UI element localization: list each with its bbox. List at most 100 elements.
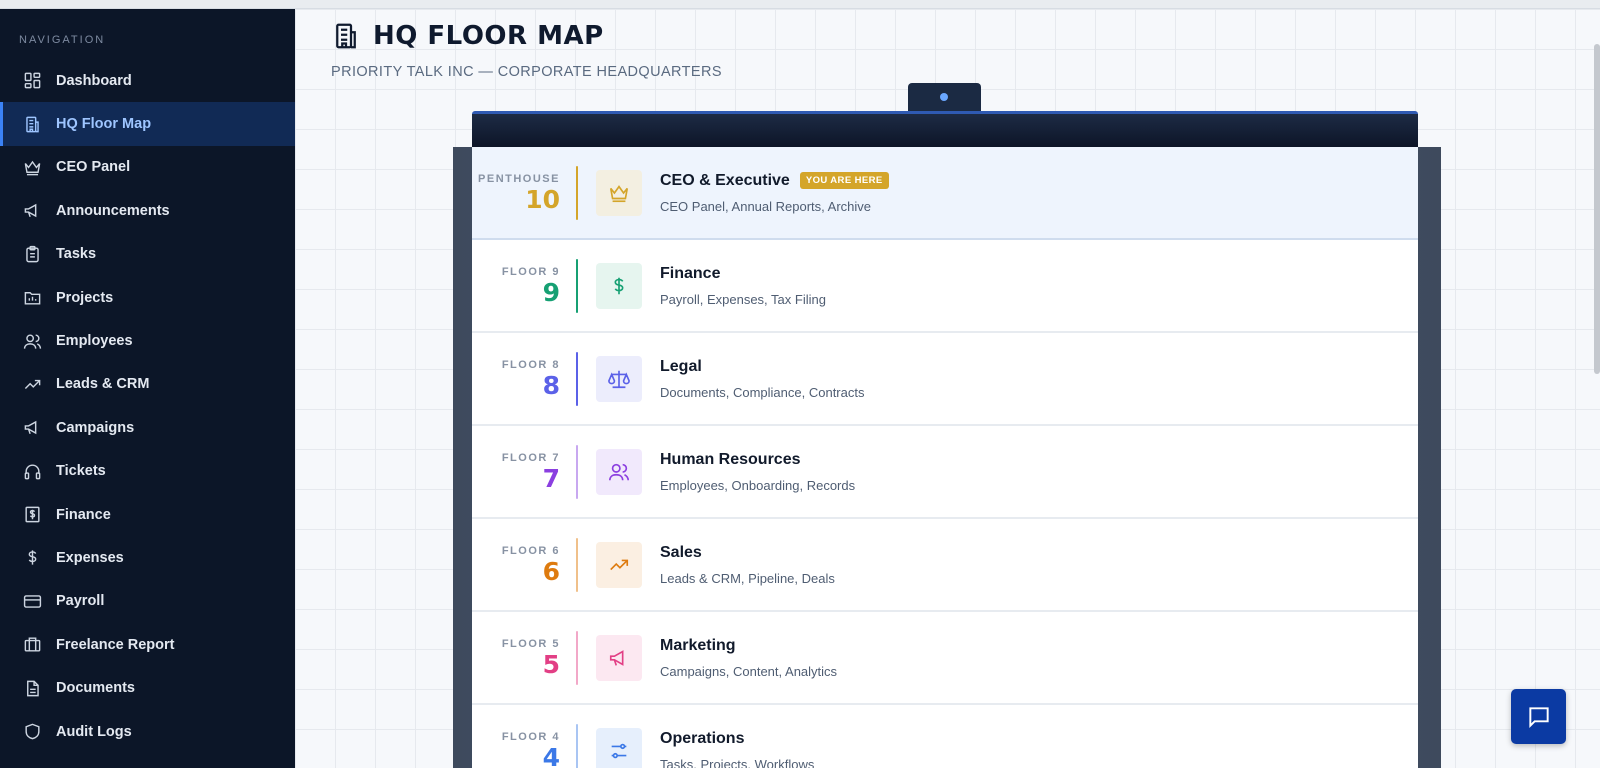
page-title-text: HQ FLOOR MAP	[373, 21, 604, 51]
users-icon	[596, 448, 642, 495]
dollar-icon	[22, 548, 42, 568]
floor-name: Finance	[660, 264, 721, 282]
floor-text: Human Resources Employees, Onboarding, R…	[660, 451, 855, 493]
app-window: NAVIGATION Dashboard HQ Floor Map CEO Pa…	[0, 0, 1600, 768]
floor-label: FLOOR 9	[501, 265, 560, 278]
floor-row-penthouse[interactable]: PENTHOUSE 10 CEO & Executive YOU ARE HER…	[472, 147, 1418, 240]
sidebar-item-finance[interactable]: Finance	[0, 493, 295, 536]
users-icon	[22, 331, 42, 351]
sidebar: NAVIGATION Dashboard HQ Floor Map CEO Pa…	[0, 9, 295, 768]
document-icon	[22, 678, 42, 698]
sidebar-item-label: Expenses	[56, 549, 124, 566]
sidebar-item-audit-logs[interactable]: Audit Logs	[0, 710, 295, 753]
sidebar-item-label: Projects	[56, 289, 114, 306]
megaphone-icon	[22, 418, 42, 438]
sidebar-item-employees[interactable]: Employees	[0, 319, 295, 362]
floor-divider	[576, 723, 578, 768]
sidebar-item-announcements[interactable]: Announcements	[0, 189, 295, 232]
floor-row-legal[interactable]: FLOOR 8 8 Legal Documents, Compliance, C…	[472, 333, 1418, 426]
sidebar-item-tasks[interactable]: Tasks	[0, 233, 295, 276]
scales-icon	[596, 355, 642, 402]
sidebar-item-label: Finance	[56, 506, 111, 523]
sidebar-item-campaigns[interactable]: Campaigns	[0, 406, 295, 449]
floor-description: Leads & CRM, Pipeline, Deals	[660, 570, 835, 586]
sidebar-item-expenses[interactable]: Expenses	[0, 536, 295, 579]
sidebar-item-documents[interactable]: Documents	[0, 666, 295, 709]
crown-icon	[22, 157, 42, 177]
floor-text: Finance Payroll, Expenses, Tax Filing	[660, 265, 826, 307]
floor-number: FLOOR 8 8	[472, 359, 576, 399]
page-scrollbar[interactable]	[1594, 44, 1600, 374]
floor-text: Legal Documents, Compliance, Contracts	[660, 358, 864, 400]
floor-label: FLOOR 4	[501, 730, 560, 743]
sidebar-item-label: CEO Panel	[56, 159, 131, 176]
sidebar-item-label: Documents	[56, 680, 135, 697]
floor-label: FLOOR 8	[501, 358, 560, 371]
floor-name: Operations	[660, 729, 745, 747]
floor-number: FLOOR 4 4	[472, 731, 576, 768]
clipboard-icon	[22, 244, 42, 264]
sidebar-item-label: Tasks	[56, 246, 97, 263]
crown-icon	[596, 169, 642, 216]
floor-number: PENTHOUSE 10	[472, 173, 576, 213]
floor-row-operations[interactable]: FLOOR 4 4 Operations Tasks, Projects, Wo…	[472, 705, 1418, 768]
floor-row-finance[interactable]: FLOOR 9 9 Finance Payroll, Expenses, Tax…	[472, 240, 1418, 333]
floor-label: FLOOR 5	[501, 637, 560, 650]
megaphone-icon	[596, 634, 642, 681]
dashboard-icon	[22, 71, 42, 91]
antenna-light	[940, 93, 948, 101]
headphones-icon	[22, 461, 42, 481]
floor-text: Marketing Campaigns, Content, Analytics	[660, 637, 837, 679]
floor-description: Payroll, Expenses, Tax Filing	[660, 291, 826, 307]
floor-row-human-resources[interactable]: FLOOR 7 7 Human Resources Employees, Onb…	[472, 426, 1418, 519]
sidebar-item-payroll[interactable]: Payroll	[0, 580, 295, 623]
floor-description: CEO Panel, Annual Reports, Archive	[660, 198, 872, 214]
floor-list: PENTHOUSE 10 CEO & Executive YOU ARE HER…	[472, 147, 1418, 768]
floor-description: Employees, Onboarding, Records	[660, 477, 856, 493]
floor-description: Documents, Compliance, Contracts	[660, 384, 865, 400]
floor-divider	[576, 351, 578, 406]
dollar-icon	[596, 262, 642, 309]
page-title: HQ FLOOR MAP	[331, 21, 604, 51]
floor-name: Human Resources	[660, 450, 801, 468]
floor-divider	[576, 444, 578, 499]
sidebar-item-label: Freelance Report	[56, 636, 175, 653]
floor-divider	[576, 537, 578, 592]
sidebar-item-tickets[interactable]: Tickets	[0, 450, 295, 493]
sidebar-item-hq-floor-map[interactable]: HQ Floor Map	[0, 102, 295, 147]
floor-label: PENTHOUSE	[478, 172, 560, 185]
chat-button[interactable]	[1511, 689, 1566, 744]
sidebar-item-dashboard[interactable]: Dashboard	[0, 59, 295, 102]
floor-big-number: 10	[525, 184, 560, 214]
floor-big-number: 6	[542, 556, 560, 586]
floor-number: FLOOR 6 6	[472, 545, 576, 585]
floor-big-number: 7	[542, 463, 560, 493]
sliders-icon	[596, 727, 642, 768]
floor-text: Sales Leads & CRM, Pipeline, Deals	[660, 544, 835, 586]
trending-up-icon	[596, 541, 642, 588]
page-subtitle: PRIORITY TALK INC — CORPORATE HEADQUARTE…	[331, 64, 722, 80]
sidebar-item-label: HQ Floor Map	[56, 116, 152, 133]
floor-row-marketing[interactable]: FLOOR 5 5 Marketing Campaigns, Content, …	[472, 612, 1418, 705]
sidebar-item-label: Leads & CRM	[56, 376, 150, 393]
building-icon	[331, 21, 361, 51]
sidebar-item-leads-crm[interactable]: Leads & CRM	[0, 363, 295, 406]
floor-row-sales[interactable]: FLOOR 6 6 Sales Leads & CRM, Pipeline, D…	[472, 519, 1418, 612]
sidebar-item-label: Tickets	[56, 463, 106, 480]
sidebar-item-freelance-report[interactable]: Freelance Report	[0, 623, 295, 666]
main-content: HQ FLOOR MAP PRIORITY TALK INC — CORPORA…	[295, 9, 1600, 768]
floor-name: Legal	[660, 357, 702, 375]
nav-heading: NAVIGATION	[19, 34, 106, 46]
sidebar-item-label: Announcements	[56, 202, 170, 219]
briefcase-icon	[22, 635, 42, 655]
sidebar-item-ceo-panel[interactable]: CEO Panel	[0, 146, 295, 189]
floor-text: CEO & Executive YOU ARE HERE CEO Panel, …	[660, 172, 889, 214]
floor-big-number: 8	[542, 370, 560, 400]
folder-chart-icon	[22, 288, 42, 308]
floor-number: FLOOR 7 7	[472, 452, 576, 492]
floor-text: Operations Tasks, Projects, Workflows	[660, 730, 814, 768]
floor-number: FLOOR 5 5	[472, 638, 576, 678]
sidebar-item-projects[interactable]: Projects	[0, 276, 295, 319]
sidebar-item-label: Campaigns	[56, 419, 135, 436]
dollar-receipt-icon	[22, 505, 42, 525]
